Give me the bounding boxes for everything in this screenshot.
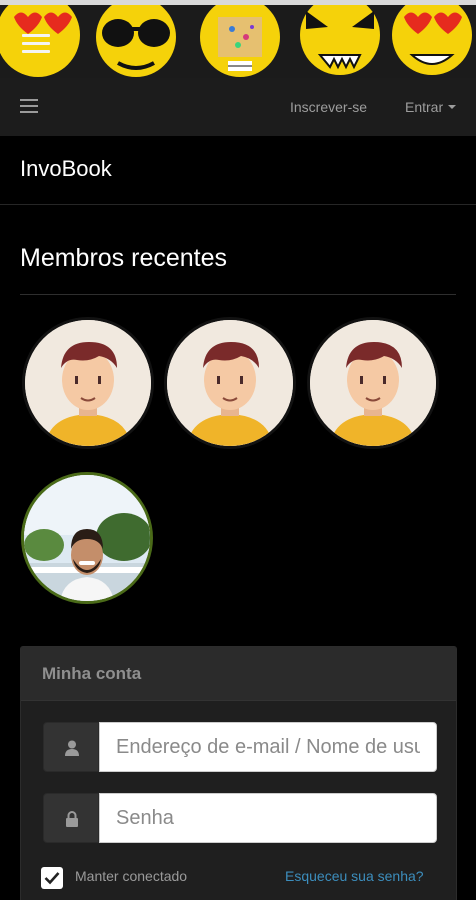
default-avatar-image (25, 320, 151, 446)
member-avatar[interactable] (307, 317, 439, 449)
hamburger-icon[interactable] (20, 99, 38, 113)
password-addon (43, 793, 99, 843)
header-banner (0, 0, 476, 78)
username-group (43, 722, 437, 772)
user-icon (65, 740, 79, 756)
divider (20, 294, 456, 295)
member-photo (24, 475, 150, 601)
caret-down-icon (448, 105, 457, 110)
login-label: Entrar (405, 99, 444, 115)
panel-title: Minha conta (42, 664, 142, 683)
site-title[interactable]: InvoBook (20, 156, 112, 182)
username-input[interactable] (99, 722, 437, 772)
navbar: Inscrever-se Entrar (0, 78, 476, 136)
panel-heading: Minha conta (21, 647, 456, 701)
member-avatar[interactable] (22, 317, 154, 449)
page: Inscrever-se Entrar InvoBook Membros rec… (0, 0, 476, 900)
recent-members-title: Membros recentes (20, 244, 228, 272)
signup-link[interactable]: Inscrever-se (290, 99, 367, 115)
remember-checkbox[interactable] (41, 867, 63, 889)
default-avatar-image (167, 320, 293, 446)
member-avatar-photo[interactable] (21, 472, 153, 604)
password-input[interactable] (99, 793, 437, 843)
username-addon (43, 722, 99, 772)
checkmark-icon (44, 872, 60, 885)
forgot-password-link[interactable]: Esqueceu sua senha? (285, 868, 424, 884)
lock-icon (66, 811, 78, 827)
account-panel: Minha conta Endereço de e-mail / Nome de… (20, 646, 457, 900)
member-avatar[interactable] (164, 317, 296, 449)
login-dropdown[interactable]: Entrar (405, 99, 457, 115)
password-group (43, 793, 437, 843)
divider (0, 204, 476, 205)
remember-label: Manter conectado (75, 868, 188, 884)
hamburger-icon[interactable] (22, 34, 50, 54)
emoji-banner-image (0, 5, 476, 78)
default-avatar-image (310, 320, 436, 446)
